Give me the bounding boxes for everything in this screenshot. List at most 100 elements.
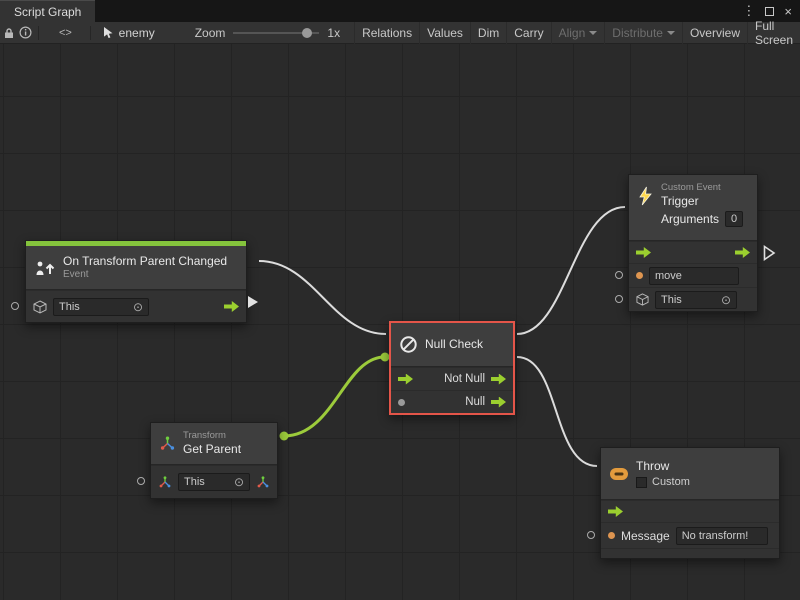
graph-name-breadcrumb[interactable]: enemy — [103, 26, 155, 40]
arguments-count-field[interactable]: 0 — [725, 211, 743, 227]
button-label: Distribute — [612, 26, 663, 40]
value-port-circle[interactable] — [137, 477, 145, 485]
node-subtitle: Event — [63, 269, 227, 281]
flow-row — [629, 241, 757, 263]
value-input-dot[interactable] — [636, 272, 643, 279]
flow-input-icon[interactable] — [398, 374, 413, 385]
transform-icon — [159, 436, 176, 451]
graph-canvas[interactable]: On Transform Parent Changed Event This ⊙ — [0, 44, 800, 600]
gameobject-icon — [33, 300, 47, 314]
flow-input-icon[interactable] — [636, 247, 651, 258]
tab-title: Script Graph — [14, 5, 81, 19]
flow-input-icon[interactable] — [608, 506, 623, 517]
tab-script-graph[interactable]: Script Graph — [0, 0, 95, 22]
carry-button[interactable]: Carry — [506, 22, 550, 44]
not-null-label: Not Null — [444, 373, 485, 385]
not-null-row: Not Null — [391, 367, 513, 390]
node-category: Custom Event — [661, 182, 749, 194]
object-picker-icon[interactable]: ⊙ — [234, 477, 244, 487]
lock-icon[interactable] — [0, 22, 17, 44]
value-input-dot[interactable] — [398, 399, 405, 406]
target-row: This ⊙ — [26, 290, 246, 322]
transform-parent-changed-icon — [34, 259, 56, 277]
custom-label: Custom — [652, 476, 690, 488]
target-dropdown[interactable]: This ⊙ — [53, 298, 149, 316]
target-dropdown[interactable]: This ⊙ — [178, 473, 250, 491]
flow-output-icon[interactable] — [735, 247, 750, 258]
target-dropdown[interactable]: This ⊙ — [655, 291, 737, 309]
node-title: On Transform Parent Changed — [63, 254, 227, 269]
node-header[interactable]: Custom Event Trigger Arguments 0 — [629, 175, 757, 241]
node-title: Get Parent — [183, 442, 241, 457]
message-label: Message — [621, 529, 670, 543]
distribute-button: Distribute — [604, 22, 682, 44]
wire-nullcheck-to-throw — [517, 357, 597, 466]
node-trigger-custom-event[interactable]: Custom Event Trigger Arguments 0 move — [628, 174, 758, 312]
node-category: Transform — [183, 430, 241, 442]
graph-toolbar: <> enemy Zoom 1x Relations Values Dim Ca… — [0, 22, 800, 44]
flow-port-triangle[interactable] — [763, 245, 776, 261]
toolbar-separator — [38, 26, 39, 40]
dim-button[interactable]: Dim — [470, 22, 506, 44]
value-port-circle[interactable] — [587, 531, 595, 539]
wire-endpoint-dot — [280, 432, 289, 441]
value-input-dot[interactable] — [608, 532, 615, 539]
node-on-transform-parent-changed[interactable]: On Transform Parent Changed Event This ⊙ — [25, 240, 247, 323]
target-row: This ⊙ — [151, 465, 277, 498]
arguments-count: 0 — [731, 213, 737, 225]
code-view-icon[interactable]: <> — [57, 22, 74, 44]
message-input[interactable]: No transform! — [676, 527, 768, 545]
node-header[interactable]: Throw Custom — [601, 448, 779, 500]
graph-name-label: enemy — [119, 26, 155, 40]
zoom-slider-thumb[interactable] — [302, 28, 312, 38]
throw-exception-icon — [609, 466, 629, 482]
tab-bar: Script Graph ⋮ × — [0, 0, 800, 22]
custom-event-icon — [637, 186, 654, 206]
value-port-circle[interactable] — [615, 295, 623, 303]
button-label: Carry — [514, 26, 543, 40]
maximize-icon[interactable] — [765, 7, 774, 16]
node-header[interactable]: Transform Get Parent — [151, 423, 277, 465]
button-label: Align — [559, 26, 586, 40]
zoom-label: Zoom — [195, 26, 226, 40]
close-icon[interactable]: × — [784, 4, 792, 19]
node-header[interactable]: On Transform Parent Changed Event — [26, 246, 246, 290]
info-icon[interactable] — [17, 22, 34, 44]
chevron-down-icon — [589, 31, 597, 35]
fullscreen-button[interactable]: Full Screen — [747, 22, 800, 44]
event-name-input[interactable]: move — [649, 267, 739, 285]
flow-output-icon[interactable] — [224, 301, 239, 312]
flow-row — [601, 500, 779, 522]
button-label: Values — [427, 26, 463, 40]
node-footer — [601, 548, 779, 558]
node-title: Throw — [636, 459, 690, 474]
node-get-parent[interactable]: Transform Get Parent This ⊙ — [150, 422, 278, 499]
target-value: This — [184, 476, 205, 488]
value-port-circle[interactable] — [615, 271, 623, 279]
wire-nullcheck-to-trigger — [517, 207, 625, 334]
arguments-label: Arguments — [661, 212, 719, 227]
zoom-slider[interactable] — [233, 27, 319, 39]
button-label: Full Screen — [755, 19, 793, 47]
custom-checkbox[interactable] — [636, 477, 647, 488]
values-button[interactable]: Values — [419, 22, 470, 44]
node-throw[interactable]: Throw Custom Message No transform! — [600, 447, 780, 559]
null-label: Null — [465, 396, 485, 408]
node-null-check[interactable]: Null Check Not Null Null — [389, 321, 515, 415]
node-header[interactable]: Null Check — [391, 323, 513, 367]
flow-output-icon[interactable] — [491, 397, 506, 408]
value-port-circle[interactable] — [11, 302, 19, 310]
gameobject-icon — [636, 293, 649, 306]
transform-output-icon[interactable] — [256, 476, 270, 489]
overview-button[interactable]: Overview — [682, 22, 747, 44]
zoom-value: 1x — [327, 26, 340, 40]
kebab-menu-icon[interactable]: ⋮ — [742, 3, 755, 19]
cursor-icon — [103, 26, 114, 39]
zoom-control: Zoom 1x — [195, 26, 340, 40]
object-picker-icon[interactable]: ⊙ — [133, 302, 143, 312]
transform-icon — [158, 476, 172, 489]
relations-button[interactable]: Relations — [354, 22, 419, 44]
flow-output-icon[interactable] — [491, 374, 506, 385]
flow-output-triangle[interactable] — [248, 296, 258, 308]
object-picker-icon[interactable]: ⊙ — [721, 295, 731, 305]
